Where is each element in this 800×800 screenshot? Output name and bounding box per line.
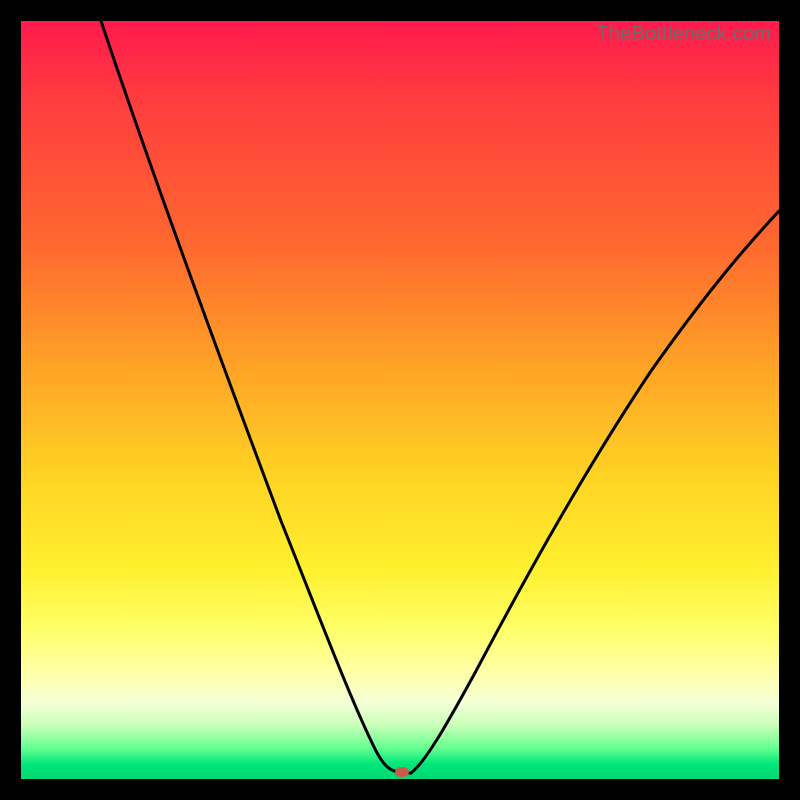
curve-right-branch [411, 211, 779, 773]
chart-frame: TheBottleneck.com [0, 0, 800, 800]
valley-marker [395, 767, 409, 777]
plot-area: TheBottleneck.com [21, 21, 779, 779]
bottleneck-curve [21, 21, 779, 779]
curve-left-branch [101, 21, 411, 773]
